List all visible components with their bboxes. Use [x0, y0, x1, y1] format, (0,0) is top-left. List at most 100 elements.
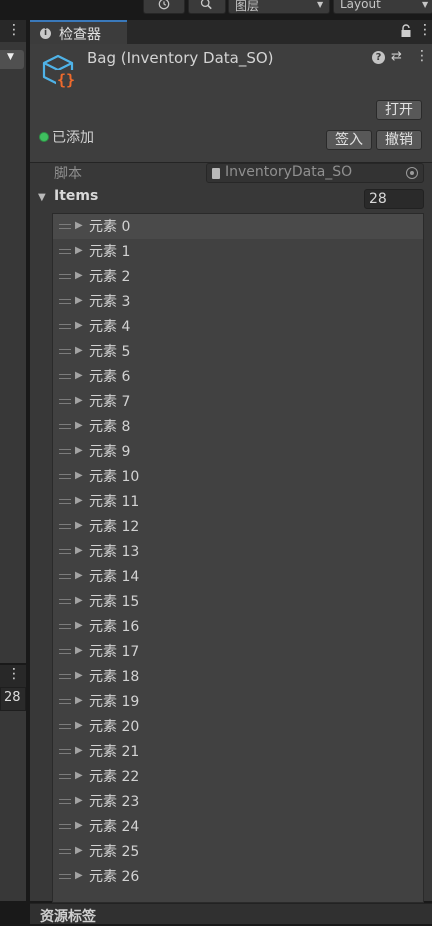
- chevron-right-icon[interactable]: ▶: [75, 870, 83, 881]
- list-item[interactable]: ▶ 元素 6: [53, 364, 423, 389]
- chevron-right-icon[interactable]: ▶: [75, 795, 83, 806]
- list-item[interactable]: ▶ 元素 1: [53, 239, 423, 264]
- drag-handle-icon[interactable]: [59, 349, 71, 354]
- lock-icon[interactable]: [400, 24, 412, 38]
- list-item[interactable]: ▶ 元素 16: [53, 614, 423, 639]
- drag-handle-icon[interactable]: [59, 774, 71, 779]
- drag-handle-icon[interactable]: [59, 674, 71, 679]
- list-item[interactable]: ▶ 元素 24: [53, 814, 423, 839]
- script-field[interactable]: InventoryData_SO: [206, 163, 424, 183]
- chevron-right-icon[interactable]: ▶: [75, 595, 83, 606]
- list-item[interactable]: ▶ 元素 20: [53, 714, 423, 739]
- drag-handle-icon[interactable]: [59, 599, 71, 604]
- drag-handle-icon[interactable]: [59, 499, 71, 504]
- drag-handle-icon[interactable]: [59, 824, 71, 829]
- chevron-right-icon[interactable]: ▶: [75, 745, 83, 756]
- items-count-field[interactable]: 28: [364, 189, 424, 209]
- chevron-right-icon[interactable]: ▶: [75, 645, 83, 656]
- object-picker-icon[interactable]: [406, 167, 418, 179]
- list-item[interactable]: ▶ 元素 9: [53, 439, 423, 464]
- list-item[interactable]: ▶ 元素 12: [53, 514, 423, 539]
- chevron-right-icon[interactable]: ▶: [75, 420, 83, 431]
- chevron-right-icon[interactable]: ▶: [75, 545, 83, 556]
- drag-handle-icon[interactable]: [59, 224, 71, 229]
- drag-handle-icon[interactable]: [59, 549, 71, 554]
- list-item[interactable]: ▶ 元素 17: [53, 639, 423, 664]
- drag-handle-icon[interactable]: [59, 449, 71, 454]
- history-button[interactable]: [143, 0, 185, 14]
- drag-handle-icon[interactable]: [59, 849, 71, 854]
- drag-handle-icon[interactable]: [59, 574, 71, 579]
- drag-handle-icon[interactable]: [59, 699, 71, 704]
- layout-dropdown[interactable]: Layout ▼: [333, 0, 432, 14]
- left-panel-dropdown[interactable]: ▼: [0, 50, 24, 69]
- drag-handle-icon[interactable]: [59, 874, 71, 879]
- chevron-right-icon[interactable]: ▶: [75, 845, 83, 856]
- list-item[interactable]: ▶ 元素 14: [53, 564, 423, 589]
- search-button[interactable]: [188, 0, 226, 14]
- list-item[interactable]: ▶ 元素 2: [53, 264, 423, 289]
- drag-handle-icon[interactable]: [59, 799, 71, 804]
- drag-handle-icon[interactable]: [59, 649, 71, 654]
- list-item[interactable]: ▶ 元素 3: [53, 289, 423, 314]
- chevron-right-icon[interactable]: ▶: [75, 395, 83, 406]
- list-item[interactable]: ▶ 元素 13: [53, 539, 423, 564]
- list-item[interactable]: ▶ 元素 26: [53, 864, 423, 889]
- chevron-right-icon[interactable]: ▶: [75, 245, 83, 256]
- drag-handle-icon[interactable]: [59, 474, 71, 479]
- chevron-right-icon[interactable]: ▶: [75, 520, 83, 531]
- list-item[interactable]: ▶ 元素 8: [53, 414, 423, 439]
- menu-icon[interactable]: ⋮: [7, 22, 21, 38]
- list-item[interactable]: ▶ 元素 11: [53, 489, 423, 514]
- drag-handle-icon[interactable]: [59, 524, 71, 529]
- menu-icon[interactable]: ⋮: [415, 48, 429, 64]
- open-button[interactable]: 打开: [376, 100, 422, 120]
- drag-handle-icon[interactable]: [59, 749, 71, 754]
- drag-handle-icon[interactable]: [59, 274, 71, 279]
- checkin-button[interactable]: 签入: [326, 130, 372, 150]
- chevron-right-icon[interactable]: ▶: [75, 570, 83, 581]
- chevron-right-icon[interactable]: ▶: [75, 820, 83, 831]
- list-item[interactable]: ▶ 元素 15: [53, 589, 423, 614]
- chevron-right-icon[interactable]: ▶: [75, 670, 83, 681]
- chevron-right-icon[interactable]: ▶: [75, 320, 83, 331]
- chevron-right-icon[interactable]: ▶: [75, 720, 83, 731]
- tab-inspector[interactable]: i 检查器: [30, 20, 127, 44]
- undo-button[interactable]: 撤销: [376, 130, 422, 150]
- chevron-right-icon[interactable]: ▶: [75, 695, 83, 706]
- list-item[interactable]: ▶ 元素 22: [53, 764, 423, 789]
- menu-icon[interactable]: ⋮: [418, 22, 432, 38]
- list-item[interactable]: ▶ 元素 4: [53, 314, 423, 339]
- menu-icon[interactable]: ⋮: [7, 666, 21, 682]
- chevron-right-icon[interactable]: ▶: [75, 270, 83, 281]
- drag-handle-icon[interactable]: [59, 424, 71, 429]
- chevron-right-icon[interactable]: ▶: [75, 220, 83, 231]
- chevron-right-icon[interactable]: ▶: [75, 295, 83, 306]
- preset-icon[interactable]: ⇄: [391, 49, 402, 64]
- list-item[interactable]: ▶ 元素 23: [53, 789, 423, 814]
- chevron-right-icon[interactable]: ▶: [75, 495, 83, 506]
- drag-handle-icon[interactable]: [59, 399, 71, 404]
- drag-handle-icon[interactable]: [59, 324, 71, 329]
- left-panel-value-field[interactable]: 28: [0, 687, 26, 711]
- drag-handle-icon[interactable]: [59, 299, 71, 304]
- drag-handle-icon[interactable]: [59, 624, 71, 629]
- list-item[interactable]: ▶ 元素 10: [53, 464, 423, 489]
- list-item[interactable]: ▶ 元素 5: [53, 339, 423, 364]
- list-item[interactable]: ▶ 元素 25: [53, 839, 423, 864]
- list-item[interactable]: ▶ 元素 0: [53, 214, 423, 239]
- items-foldout[interactable]: ▼ Items 28: [30, 187, 432, 211]
- chevron-right-icon[interactable]: ▶: [75, 370, 83, 381]
- chevron-right-icon[interactable]: ▶: [75, 770, 83, 781]
- list-item[interactable]: ▶ 元素 18: [53, 664, 423, 689]
- asset-labels-section[interactable]: 资源标签: [30, 903, 432, 925]
- chevron-right-icon[interactable]: ▶: [75, 445, 83, 456]
- list-item[interactable]: ▶ 元素 21: [53, 739, 423, 764]
- drag-handle-icon[interactable]: [59, 249, 71, 254]
- help-icon[interactable]: ?: [372, 51, 385, 64]
- chevron-right-icon[interactable]: ▶: [75, 345, 83, 356]
- chevron-right-icon[interactable]: ▶: [75, 620, 83, 631]
- drag-handle-icon[interactable]: [59, 374, 71, 379]
- list-item[interactable]: ▶ 元素 19: [53, 689, 423, 714]
- layers-dropdown[interactable]: 图层 ▼: [228, 0, 330, 14]
